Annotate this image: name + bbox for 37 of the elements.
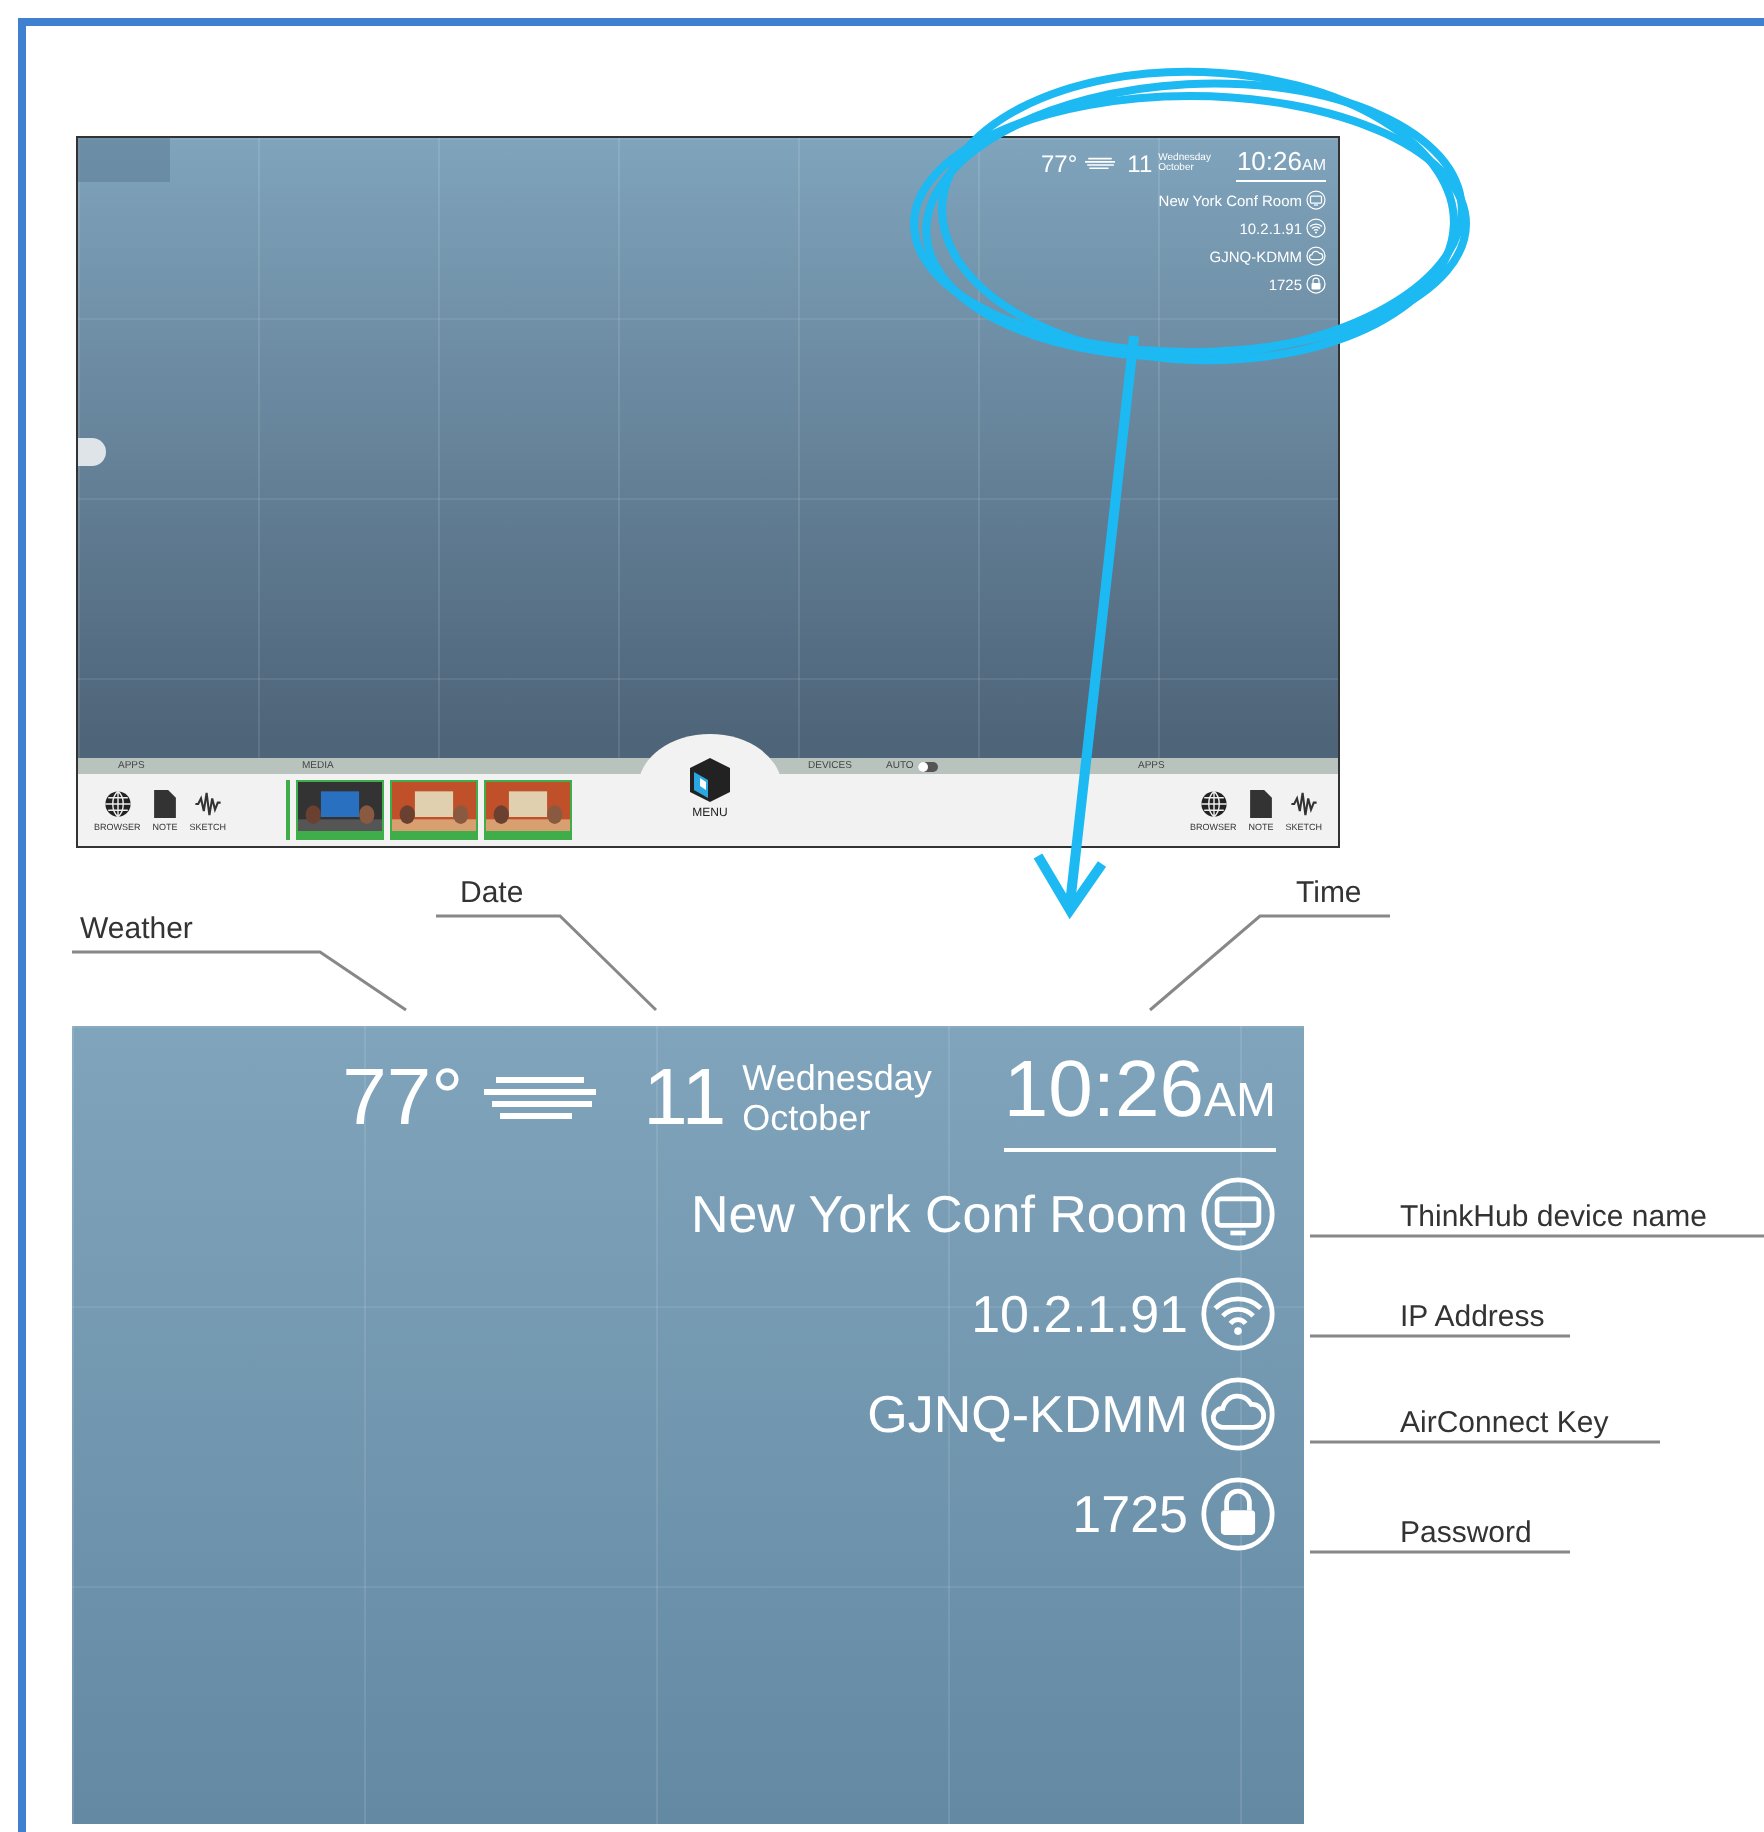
side-handle[interactable] bbox=[78, 438, 106, 466]
callout-label: Date bbox=[460, 876, 524, 910]
callout-label: Password bbox=[1400, 1516, 1532, 1550]
cloud-icon bbox=[1200, 1376, 1276, 1452]
clock: 10:26AM bbox=[1003, 1046, 1276, 1152]
temperature: 77° bbox=[1041, 150, 1078, 178]
waveform-icon bbox=[193, 789, 222, 817]
info-text: New York Conf Room bbox=[690, 1183, 1188, 1245]
callout-label: Time bbox=[1296, 876, 1362, 910]
info-text: 10.2.1.91 bbox=[971, 1283, 1188, 1345]
date-day: 11 bbox=[643, 1054, 727, 1144]
temperature: 77° bbox=[342, 1054, 464, 1144]
callout-label: Weather bbox=[80, 912, 193, 946]
callout-label: AirConnect Key bbox=[1400, 1406, 1609, 1440]
callout-label: IP Address bbox=[1400, 1300, 1545, 1334]
lock-icon bbox=[1200, 1476, 1276, 1552]
callout-label: ThinkHub device name bbox=[1400, 1200, 1707, 1234]
document-icon bbox=[1249, 789, 1272, 817]
clock: 10:26AM bbox=[1236, 146, 1326, 182]
info-text: 1725 bbox=[1072, 1483, 1188, 1545]
fog-icon bbox=[1083, 156, 1116, 172]
display-icon bbox=[1200, 1176, 1276, 1252]
document-icon bbox=[154, 789, 177, 817]
globe-icon bbox=[103, 789, 132, 817]
wifi-icon bbox=[1306, 218, 1326, 238]
cube-logo-icon bbox=[686, 756, 734, 804]
month: October bbox=[742, 1099, 871, 1139]
waveform-icon bbox=[1289, 789, 1318, 817]
weekday: Wednesday bbox=[742, 1059, 932, 1099]
fog-icon bbox=[479, 1073, 600, 1125]
wifi-icon bbox=[1200, 1276, 1276, 1352]
globe-icon bbox=[1199, 789, 1228, 817]
date-day: 11 bbox=[1127, 150, 1153, 178]
display-icon bbox=[1306, 190, 1326, 210]
lock-icon bbox=[1306, 274, 1326, 294]
cloud-icon bbox=[1306, 246, 1326, 266]
info-text: GJNQ-KDMM bbox=[867, 1383, 1188, 1445]
